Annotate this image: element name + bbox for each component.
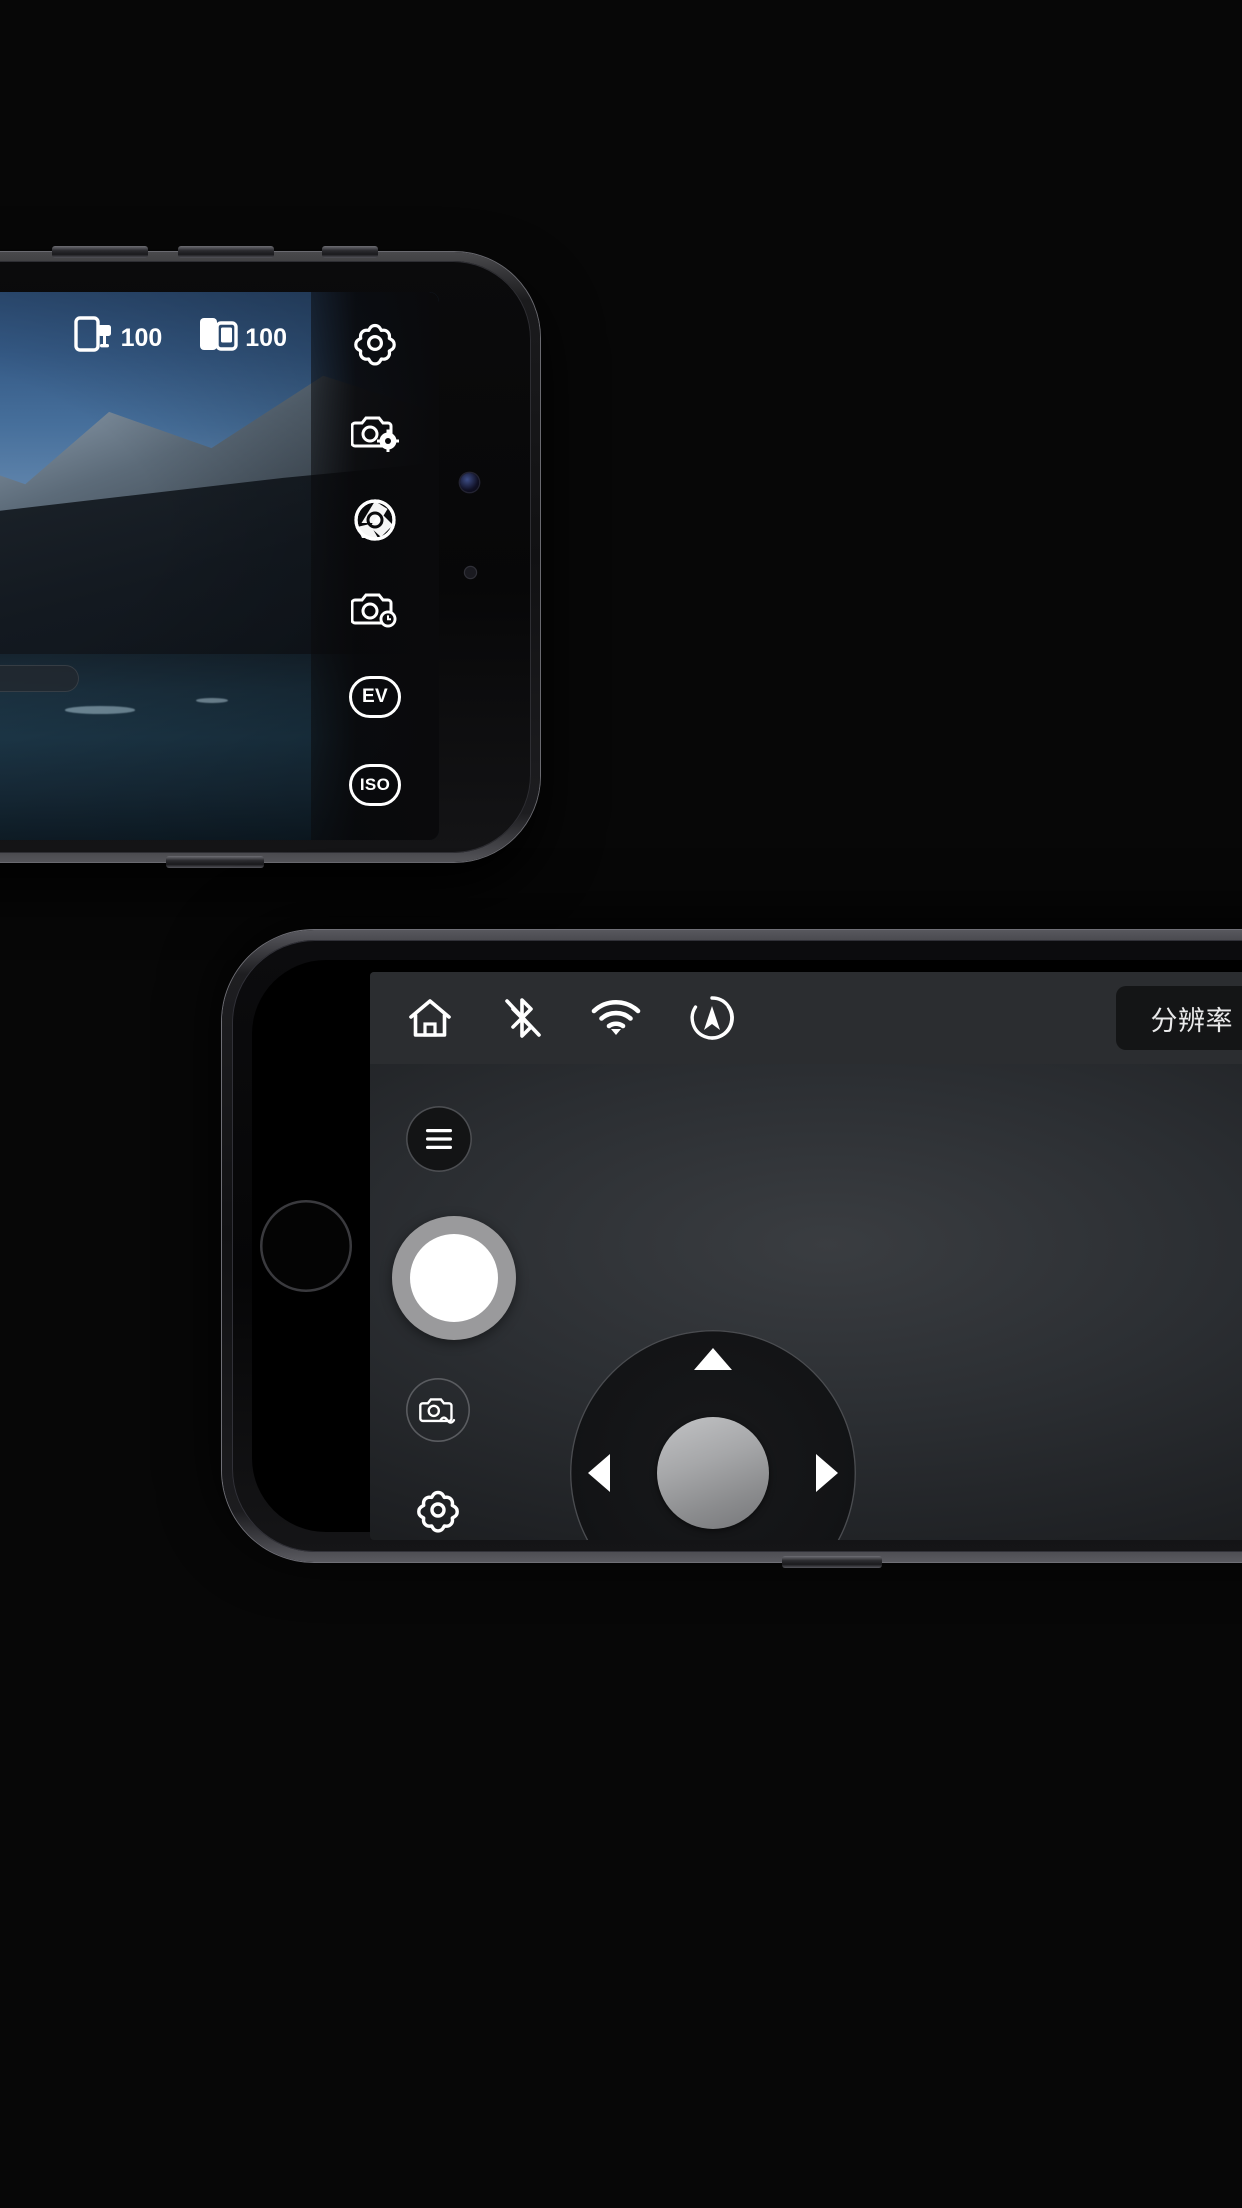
phone-battery-value: 100	[245, 324, 287, 352]
settings-gear-icon	[352, 320, 398, 366]
aperture-shutter-icon	[352, 497, 398, 543]
camera-control-rail: EV ISO	[311, 292, 439, 840]
phone1-mute-switch[interactable]	[322, 246, 378, 258]
phone-device-bottom: 分辨率 FPS 间隔	[222, 930, 1242, 1568]
status-indicators: 100 100	[73, 314, 287, 354]
connection-status-icons	[370, 994, 736, 1042]
ev-icon: EV	[349, 675, 401, 718]
zoom-slider[interactable]	[0, 665, 79, 692]
ev-button[interactable]: EV	[338, 660, 412, 734]
camera-timer-button[interactable]	[338, 571, 412, 645]
settings-gear-icon	[415, 1487, 461, 1533]
phone1-volume-up-button[interactable]	[52, 246, 148, 258]
remote-top-bar: 分辨率 FPS 间隔	[370, 972, 1242, 1064]
gimbal-battery-status: 100	[73, 314, 163, 354]
home-button[interactable]	[260, 1200, 352, 1292]
proximity-sensor	[465, 567, 476, 578]
gimbal-battery-value: 100	[120, 324, 163, 352]
calibration-compass-icon[interactable]	[688, 994, 736, 1042]
phone1-volume-down-button[interactable]	[178, 246, 274, 258]
joystick-dpad[interactable]	[570, 1330, 856, 1540]
wifi-icon[interactable]	[590, 996, 642, 1040]
settings-button[interactable]	[406, 1478, 470, 1540]
phone-battery-status: 100	[198, 314, 287, 354]
zoom-slider-row	[0, 665, 311, 692]
aperture-shutter-button[interactable]	[338, 483, 412, 557]
phone1-power-button[interactable]	[166, 856, 264, 868]
gimbal-battery-icon	[73, 314, 116, 354]
phone1-screen: 100 100 EV ISO	[0, 292, 439, 840]
shutter-record-button[interactable]	[392, 1216, 516, 1340]
iso-button[interactable]: ISO	[338, 748, 412, 822]
iso-icon: ISO	[349, 764, 401, 807]
screenshot-canvas: 100 100 EV ISO 分辨率	[0, 0, 1242, 2208]
camera-settings-button[interactable]	[338, 394, 412, 468]
camera-settings-icon	[351, 410, 399, 453]
phone2-bezel: 分辨率 FPS 间隔	[232, 940, 1242, 1552]
arrow-left-icon[interactable]	[588, 1454, 610, 1492]
bluetooth-off-icon[interactable]	[500, 995, 544, 1041]
hamburger-menu-icon	[424, 1127, 454, 1151]
camera-motion-icon	[419, 1394, 457, 1426]
phone-battery-icon	[198, 314, 240, 354]
arrow-right-icon[interactable]	[816, 1454, 838, 1492]
phone-device-top: 100 100 EV ISO	[0, 246, 540, 868]
settings-gear-button[interactable]	[338, 306, 412, 380]
phone2-screen: 分辨率 FPS 间隔	[370, 972, 1242, 1540]
tab-resolution[interactable]: 分辨率	[1116, 986, 1242, 1050]
camera-timer-icon	[351, 587, 399, 629]
parameter-tabs: 分辨率 FPS 间隔	[1116, 986, 1242, 1050]
arrow-up-icon[interactable]	[694, 1348, 732, 1370]
shutter-inner-disc	[410, 1234, 498, 1322]
phone1-bezel: 100 100 EV ISO	[0, 261, 531, 853]
hamburger-menu-button[interactable]	[406, 1106, 472, 1172]
front-camera-lens	[460, 473, 479, 492]
photo-mode-button[interactable]	[406, 1378, 470, 1442]
home-icon[interactable]	[406, 995, 454, 1041]
joystick-knob[interactable]	[657, 1417, 769, 1529]
phone2-power-button[interactable]	[782, 1556, 882, 1568]
